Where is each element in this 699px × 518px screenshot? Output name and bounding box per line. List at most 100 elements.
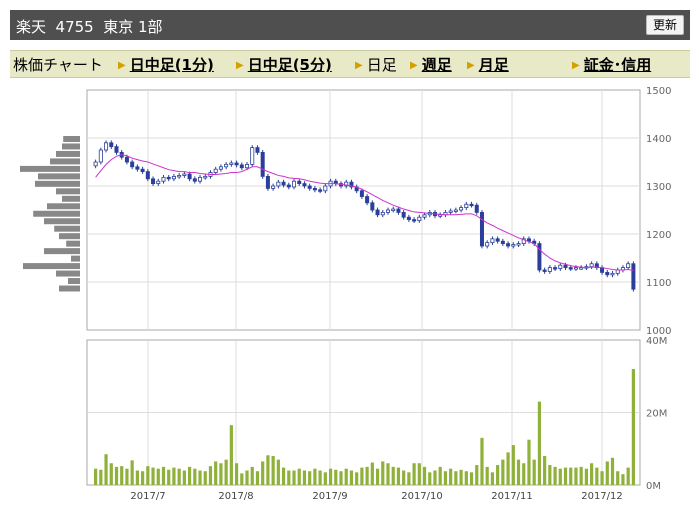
volume-bar (125, 468, 129, 485)
candle-body (307, 185, 312, 189)
volume-bar (522, 463, 526, 485)
volume-bar (626, 467, 630, 485)
volume-bar (422, 466, 427, 485)
volume-bar (308, 471, 312, 485)
volume-profile-bar (56, 150, 80, 157)
candle-body (610, 272, 615, 276)
volume-bar (349, 470, 354, 485)
volume-bar (94, 468, 98, 485)
volume-profile-bar (20, 165, 80, 172)
candle-body (615, 269, 620, 274)
candle-body (479, 211, 484, 247)
volume-bar (402, 470, 406, 485)
candle-body (605, 271, 610, 276)
volume-profile-bar (62, 195, 80, 202)
volume-bar (287, 470, 291, 485)
candle-body (130, 161, 135, 168)
volume-profile-bar (59, 233, 80, 240)
volume-bar (203, 471, 207, 485)
volume-bar (365, 466, 369, 485)
candle-body (370, 202, 375, 211)
volume-bar (537, 401, 542, 485)
candle-body (417, 216, 422, 221)
volume-bar (255, 471, 260, 485)
volume-bar (396, 467, 401, 485)
candle-body (553, 267, 558, 270)
volume-bar (433, 470, 437, 485)
volume-bar (193, 468, 197, 485)
volume-bar (130, 460, 134, 485)
candle-body (401, 211, 406, 218)
stock-title: 楽天 4755 東京 1部 (16, 18, 163, 36)
candle-body (93, 161, 98, 167)
tab-arrow-icon: ▶ (410, 60, 418, 71)
candle-body (135, 166, 140, 170)
candle-body (558, 264, 563, 269)
volume-profile-bar (23, 263, 80, 270)
volume-tick-label: 20M (646, 409, 667, 420)
volume-bar (334, 469, 338, 485)
tab-intraday-1min[interactable]: ▶ 日中足(1分) (118, 54, 214, 75)
volume-bar (631, 369, 635, 485)
volume-bar (266, 455, 270, 485)
candle-body (151, 178, 156, 185)
candle-body (375, 209, 380, 216)
tab-margin-credit[interactable]: ▶ 証金･信用 (572, 54, 651, 75)
volume-profile-bar (54, 225, 80, 232)
tab-intraday-5min[interactable]: ▶ 日中足(5分) (236, 54, 332, 75)
tabs-label: 株価チャート (13, 56, 103, 74)
volume-bar (375, 468, 380, 485)
candle-body (271, 185, 276, 189)
tab-weekly[interactable]: ▶ 週足 (410, 54, 452, 75)
candle-body (631, 263, 636, 290)
volume-bar (323, 472, 327, 485)
price-tick-label: 1500 (646, 86, 671, 97)
candle-body (98, 149, 103, 163)
candle-body (359, 190, 364, 197)
volume-bar (187, 466, 192, 485)
volume-bar (501, 459, 505, 485)
volume-bar (172, 467, 176, 485)
volume-profile-bar (62, 143, 80, 150)
volume-bar (156, 468, 160, 485)
volume-bar (595, 467, 599, 485)
volume-bar (234, 463, 239, 485)
volume-profile-bar (63, 136, 80, 142)
candle-body (145, 171, 150, 180)
volume-bar (120, 466, 124, 485)
price-tick-label: 1200 (646, 230, 671, 241)
title-bar: 楽天 4755 東京 1部 更新 (10, 10, 690, 40)
volume-bar (104, 454, 108, 485)
volume-bar (616, 471, 620, 485)
candle-body (239, 164, 244, 169)
volume-bar (250, 466, 254, 485)
volume-bar (292, 470, 296, 485)
volume-bar (563, 467, 568, 485)
volume-bar (569, 467, 573, 485)
volume-profile-bar (38, 173, 80, 180)
tab-monthly[interactable]: ▶ 月足 (467, 54, 509, 75)
candle-body (448, 210, 453, 213)
candle-body (156, 180, 161, 184)
volume-bar (548, 465, 552, 485)
candle-body (490, 238, 495, 244)
candle-body (229, 162, 234, 165)
candle-body (485, 242, 490, 247)
candle-body (114, 146, 119, 153)
candle-body (177, 175, 182, 178)
volume-profile-bar (68, 278, 80, 285)
candle-body (626, 263, 631, 269)
volume-bar (370, 462, 374, 485)
price-tick-label: 1100 (646, 278, 671, 289)
volume-bar (297, 468, 301, 485)
price-tick-label: 1400 (646, 134, 671, 145)
candle-body (104, 142, 109, 151)
volume-bar (214, 461, 218, 485)
refresh-button[interactable]: 更新 (645, 15, 684, 35)
volume-bar (590, 463, 594, 485)
volume-profile-bar (59, 285, 80, 292)
volume-bar (449, 468, 453, 485)
volume-bar (224, 459, 228, 485)
candle-body (495, 238, 500, 242)
volume-bar (412, 463, 416, 485)
